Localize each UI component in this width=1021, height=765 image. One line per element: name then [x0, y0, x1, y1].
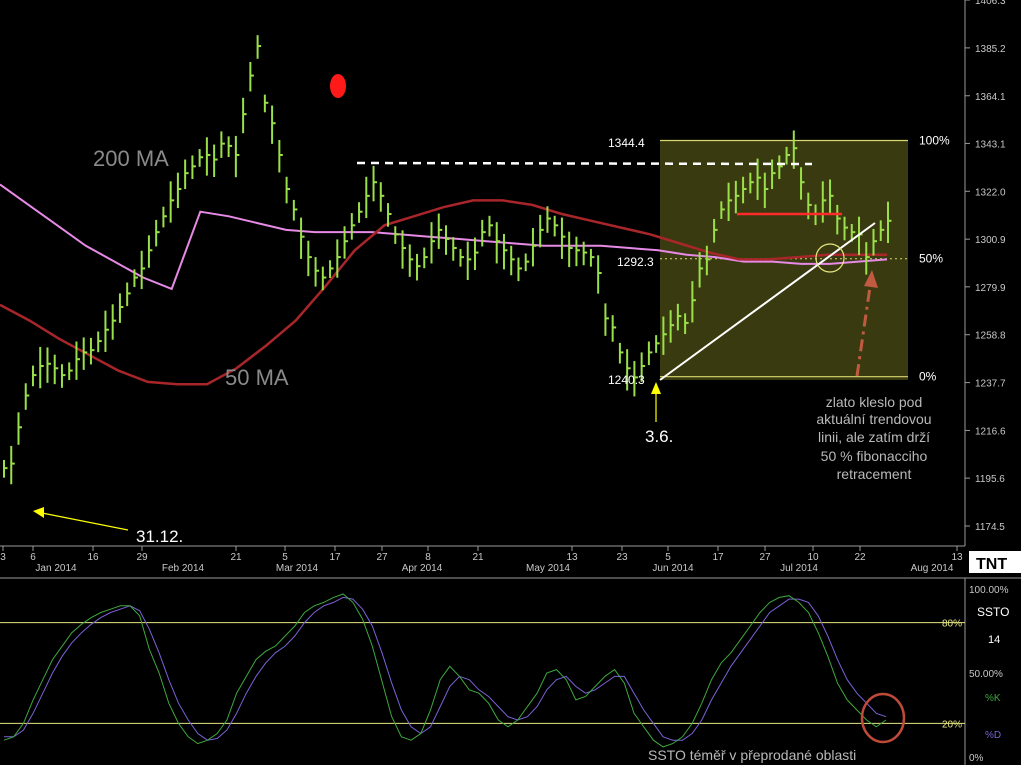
stoch-d-line [4, 596, 887, 741]
x-day-label: 8 [425, 552, 431, 563]
x-month-label: Jul 2014 [780, 563, 818, 574]
fib-level-label: 0% [919, 370, 937, 384]
stoch-period-label: 14 [988, 634, 1000, 646]
x-month-label: Apr 2014 [402, 563, 443, 574]
note-line: retracement [837, 466, 912, 482]
x-day-label: 10 [807, 552, 819, 563]
time-axis-ticks: 3 6 16 29 21 5 17 27 8 21 13 23 5 17 27 10 22 13 Jan 2014 F… [0, 546, 963, 574]
y-tick-label: 1343.1 [975, 139, 1006, 150]
x-month-label: Jan 2014 [35, 563, 77, 574]
x-day-label: 16 [87, 552, 99, 563]
y-tick-label: 1279.9 [975, 283, 1006, 294]
ma200-label: 200 MA [93, 146, 169, 171]
date-jun-label: 3.6. [645, 427, 673, 446]
fib-high-label: 1344.4 [608, 136, 645, 150]
x-day-label: 21 [230, 552, 242, 563]
x-month-label: Feb 2014 [162, 563, 205, 574]
stoch-name-label: SSTO [977, 605, 1009, 619]
x-day-label: 5 [282, 552, 288, 563]
y-tick-label: 1195.6 [975, 474, 1005, 485]
oversold-circle [860, 692, 906, 744]
x-month-label: Jun 2014 [652, 563, 694, 574]
dec-arrow-shaft [41, 512, 129, 531]
tnt-logo: TNT [976, 556, 1007, 573]
fib-level-label: 50% [919, 252, 943, 266]
x-day-label: 3 [0, 552, 6, 563]
x-day-label: 27 [759, 552, 771, 563]
x-day-label: 23 [616, 552, 628, 563]
stoch-tick-label: 0% [969, 753, 984, 764]
gold-price-chart: 100%50%0% 1406.31385.21364.11343.11322.0… [0, 0, 1021, 765]
dec-arrow-head [33, 507, 44, 518]
y-tick-label: 1406.3 [975, 0, 1006, 7]
stoch-d-label: %D [985, 730, 1001, 741]
price-axis-ticks: 1406.3 1385.2 1364.1 1343.1 1322.0 1300.9 1279… [965, 0, 1006, 533]
analysis-note: zlato kleslo podaktuální trendovou linii,… [816, 394, 931, 482]
top-marker-dot [330, 74, 346, 98]
note-line: aktuální trendovou [816, 411, 931, 427]
x-day-label: 27 [376, 552, 388, 563]
x-day-label: 21 [472, 552, 484, 563]
x-month-label: Aug 2014 [911, 563, 954, 574]
x-day-label: 17 [329, 552, 341, 563]
fibonacci-level-labels: 100% 50% 0% [919, 133, 950, 383]
y-tick-label: 1364.1 [975, 92, 1006, 103]
ma50-label: 50 MA [225, 365, 289, 390]
stoch-tick-label: 20% [942, 719, 962, 730]
y-tick-label: 1216.6 [975, 426, 1006, 437]
x-month-label: May 2014 [526, 563, 570, 574]
x-day-label: 13 [951, 552, 963, 563]
fib-low-label: 1240.3 [608, 373, 645, 387]
stoch-tick-label: 80% [942, 619, 962, 630]
date-dec-label: 31.12. [136, 527, 183, 546]
y-tick-label: 1385.2 [975, 44, 1006, 55]
x-day-label: 29 [136, 552, 148, 563]
y-tick-label: 1174.5 [975, 522, 1005, 533]
x-month-label: Mar 2014 [276, 563, 319, 574]
stoch-k-line [3, 593, 887, 748]
x-day-label: 13 [566, 552, 578, 563]
y-tick-label: 1300.9 [975, 235, 1006, 246]
note-line: linii, ale zatím drží [818, 429, 930, 445]
stoch-note: SSTO téměř v přeprodané oblasti [648, 747, 856, 763]
stoch-k-label: %K [985, 693, 1001, 704]
stoch-tick-label: 50.00% [969, 669, 1003, 680]
fib-level-label: 100% [919, 133, 950, 147]
fib-mid-label: 1292.3 [617, 255, 654, 269]
y-tick-label: 1258.8 [975, 331, 1006, 342]
note-line: zlato kleslo pod [826, 394, 923, 410]
y-tick-label: 1322.0 [975, 187, 1006, 198]
x-day-label: 17 [712, 552, 724, 563]
x-day-label: 6 [30, 552, 36, 563]
jun-arrow-head [651, 382, 661, 394]
y-tick-label: 1237.7 [975, 379, 1006, 390]
stoch-tick-label: 100.00% [969, 585, 1009, 596]
x-day-label: 5 [665, 552, 671, 563]
note-line: 50 % fibonacciho [821, 448, 928, 464]
x-day-label: 22 [854, 552, 866, 563]
